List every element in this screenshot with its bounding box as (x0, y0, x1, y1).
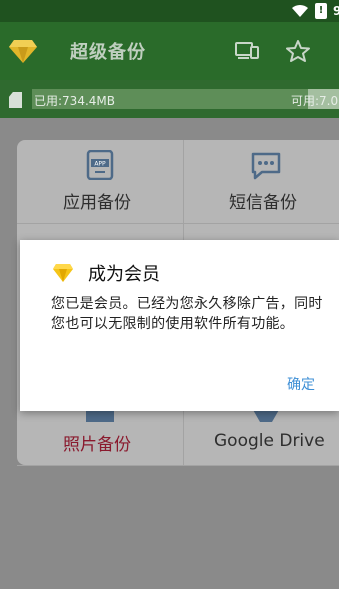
dialog-title: 成为会员 (88, 264, 160, 285)
dialog-message: 您已是会员。已经为您永久移除广告，同时您也可以无限制的使用软件所有功能。 (51, 296, 323, 332)
storage-available-text: 可用:7.0 (291, 94, 339, 108)
sd-card-icon (9, 92, 22, 108)
app-bar: 超级备份 (0, 22, 339, 80)
sim-icon: ! (315, 3, 327, 19)
grid-divider (17, 223, 339, 224)
app-title: 超级备份 (70, 42, 146, 63)
member-dialog: 成为会员 您已是会员。已经为您永久移除广告，同时您也可以无限制的使用软件所有功能… (20, 240, 339, 411)
storage-used-text: 已用:734.4MB (34, 94, 115, 108)
svg-text:APP: APP (94, 161, 106, 168)
app-backup-label[interactable]: 应用备份 (63, 188, 131, 213)
sms-icon[interactable] (250, 152, 282, 180)
storage-bar: 已用:734.4MB 可用:7.0 (0, 80, 339, 118)
devices-icon[interactable] (235, 40, 259, 62)
wifi-icon (292, 4, 308, 17)
photo-backup-label[interactable]: 照片备份 (63, 430, 131, 455)
status-icons: ! 9 (291, 2, 339, 20)
ok-button[interactable]: 确定 (287, 374, 315, 394)
status-bar: ! 9 (0, 0, 339, 22)
grid-divider (17, 465, 339, 466)
diamond-icon (53, 264, 73, 282)
google-drive-label[interactable]: Google Drive (214, 431, 325, 451)
star-icon[interactable] (286, 40, 310, 62)
status-time: 9 (333, 4, 339, 18)
sms-backup-label[interactable]: 短信备份 (229, 188, 297, 213)
diamond-icon (9, 40, 37, 63)
app-icon[interactable]: APP (86, 150, 114, 180)
